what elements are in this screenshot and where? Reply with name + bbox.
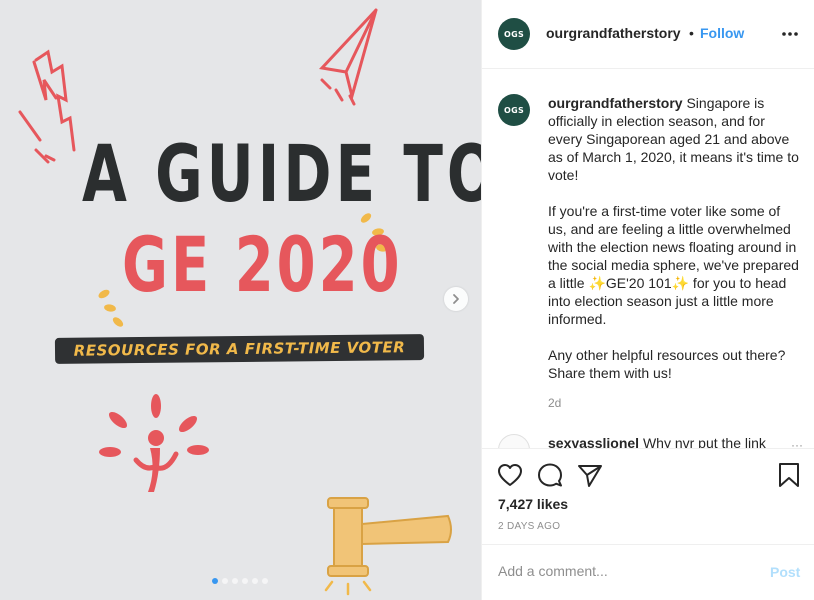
caption-username[interactable]: ourgrandfatherstory — [548, 95, 683, 111]
post-caption: ourgrandfatherstory Singapore is officia… — [548, 94, 800, 400]
gavel-doodle — [324, 497, 452, 596]
header-username[interactable]: ourgrandfatherstory — [546, 25, 681, 41]
avatar[interactable]: OGS — [498, 18, 530, 50]
header-separator: • — [689, 25, 694, 41]
carousel-dot — [232, 578, 238, 584]
share-icon — [578, 465, 602, 487]
comment-input[interactable] — [498, 563, 758, 579]
image-title-line-1: A GUIDE TO — [82, 128, 481, 220]
post-date[interactable]: 2 DAYS AGO — [498, 521, 560, 532]
more-horizontal-icon — [782, 32, 798, 36]
avatar[interactable]: OGS — [498, 94, 530, 126]
caption-paragraph: Any other helpful resources out there? S… — [548, 347, 786, 381]
post-header: OGS ourgrandfatherstory • Follow — [482, 0, 814, 69]
likes-count[interactable]: 7,427 likes — [498, 496, 568, 512]
carousel-dot — [212, 578, 218, 584]
comment-button[interactable] — [536, 461, 564, 489]
image-banner-text: RESOURCES FOR A FIRST-TIME VOTER — [73, 338, 406, 360]
post-comment-button[interactable]: Post — [770, 564, 800, 580]
caption-paragraph: ourgrandfatherstory Singapore is officia… — [548, 94, 800, 184]
comment-icon — [538, 463, 562, 487]
bookmark-icon — [779, 463, 799, 487]
carousel-dot — [262, 578, 268, 584]
image-title-line-2: GE 2020 — [122, 222, 403, 310]
comment-more-icon[interactable]: ··· — [791, 438, 803, 448]
paper-plane-doodle — [319, 8, 378, 106]
person-doodle — [99, 394, 209, 492]
save-button[interactable] — [775, 461, 803, 489]
chevron-right-icon — [453, 294, 459, 304]
lightning-doodle — [18, 49, 76, 164]
carousel-next-button[interactable] — [444, 287, 468, 311]
post-actions: 7,427 likes 2 DAYS AGO — [482, 448, 814, 544]
comment-text: Why nvr put the link — [642, 435, 766, 448]
comment-item: sexyasslionel Why nvr put the link — [548, 435, 788, 448]
like-button[interactable] — [496, 461, 524, 489]
more-options-icon[interactable] — [781, 22, 799, 47]
image-banner: RESOURCES FOR A FIRST-TIME VOTER — [54, 334, 425, 364]
carousel-dot — [252, 578, 258, 584]
post-image[interactable]: A GUIDE TO GE 2020 RESOURCES FOR A FIRST… — [0, 0, 481, 600]
share-button[interactable] — [576, 461, 604, 489]
follow-button[interactable]: Follow — [700, 25, 744, 41]
comments-list[interactable]: OGS ourgrandfatherstory Singapore is off… — [482, 70, 814, 448]
heart-icon — [498, 464, 522, 486]
caption-paragraph: If you're a first-time voter like some o… — [548, 203, 799, 327]
carousel-indicator — [212, 578, 268, 584]
add-comment-bar: Post — [482, 544, 814, 600]
carousel-dot — [222, 578, 228, 584]
post-side-panel: OGS ourgrandfatherstory • Follow OGS our… — [481, 0, 814, 600]
carousel-dot — [242, 578, 248, 584]
caption-timestamp[interactable]: 2d — [548, 396, 561, 410]
avatar[interactable] — [498, 434, 530, 448]
comment-username[interactable]: sexyasslionel — [548, 435, 639, 448]
